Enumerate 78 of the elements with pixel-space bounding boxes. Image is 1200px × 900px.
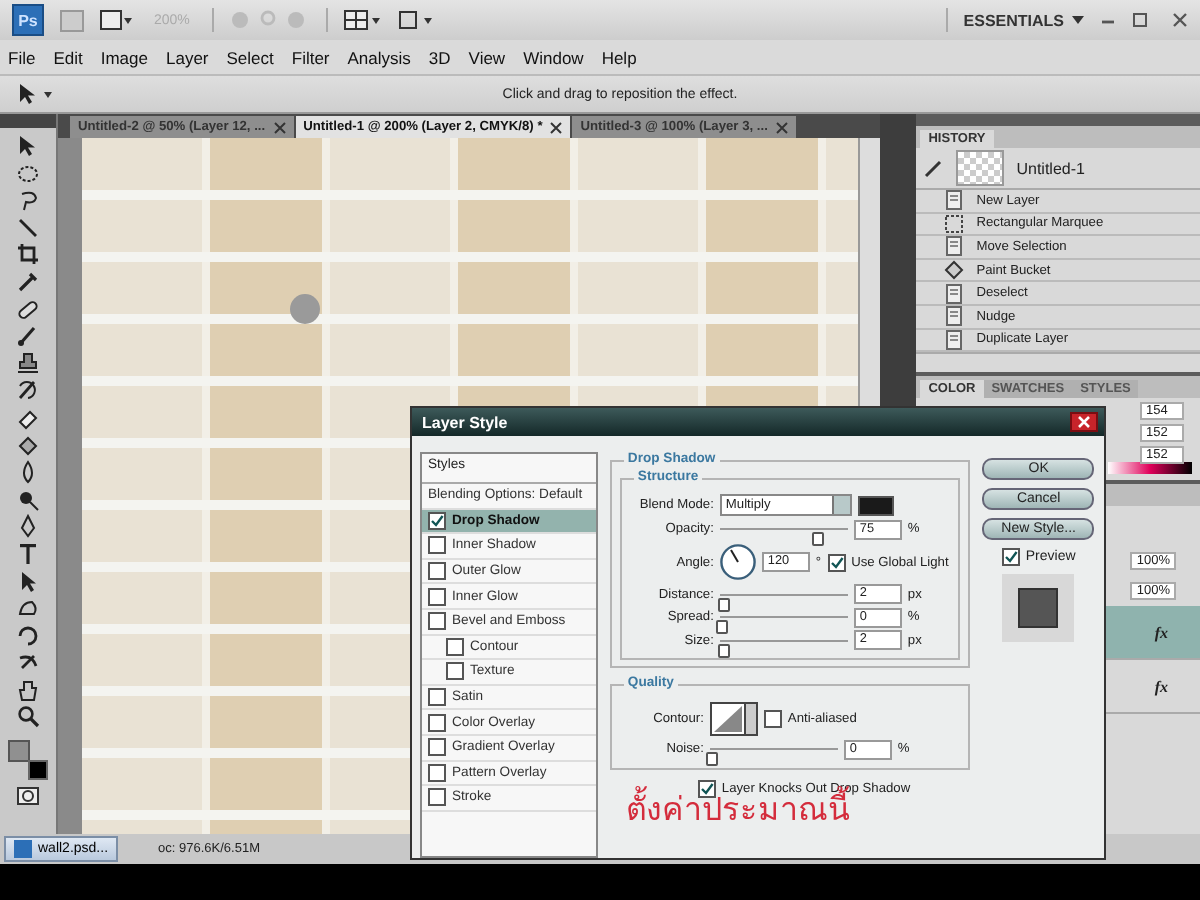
checkbox[interactable] [827, 553, 846, 571]
snapshot-thumbnail[interactable] [956, 150, 1005, 186]
slider-thumb[interactable] [718, 643, 731, 658]
menu-item[interactable]: Select [226, 47, 274, 67]
type-icon[interactable] [15, 541, 40, 566]
color-ramp[interactable] [1108, 462, 1192, 475]
menu-item[interactable]: 3D [428, 47, 451, 67]
document-icon [944, 306, 965, 327]
pen-icon[interactable] [15, 514, 40, 539]
menu-item[interactable]: Window [523, 47, 584, 67]
move-tool-icon[interactable] [15, 134, 40, 158]
angle-dial[interactable] [719, 544, 756, 580]
checkbox[interactable] [428, 536, 446, 555]
menu-item[interactable]: Help [601, 47, 637, 67]
menu-item[interactable]: Image [100, 47, 148, 67]
slider-thumb[interactable] [705, 752, 718, 767]
dodge-icon[interactable] [15, 487, 40, 512]
contour-picker[interactable] [709, 701, 758, 735]
document-icon [944, 329, 965, 350]
eyedropper-icon[interactable] [15, 269, 40, 294]
close-button[interactable] [1070, 412, 1098, 432]
workspace-menu[interactable]: ESSENTIALS [963, 11, 1084, 29]
checkbox[interactable] [428, 587, 446, 606]
slider-thumb[interactable] [811, 532, 824, 547]
zoom-icon[interactable] [15, 704, 40, 729]
document-icon [944, 190, 965, 211]
brush-source-icon[interactable] [924, 158, 945, 178]
screen-mode-icon[interactable] [395, 10, 432, 30]
menu-item[interactable]: Edit [53, 47, 83, 67]
crop-icon[interactable] [15, 242, 40, 267]
menu-item[interactable]: Analysis [347, 47, 411, 67]
slider-thumb[interactable] [718, 597, 731, 612]
shape-icon[interactable] [15, 596, 40, 621]
checkbox[interactable] [428, 562, 446, 581]
document-icon [944, 283, 965, 304]
hand-icon[interactable] [15, 677, 40, 702]
checkbox[interactable] [428, 713, 446, 732]
checkbox[interactable] [428, 612, 446, 631]
slider-thumb[interactable] [715, 620, 728, 635]
snapshot-label[interactable]: Untitled-1 [1016, 159, 1085, 177]
menu-item[interactable]: View [468, 47, 506, 67]
menu-item[interactable]: Layer [165, 47, 209, 67]
ellipse-marquee-icon[interactable] [15, 161, 40, 186]
move-tool-icon[interactable] [16, 82, 56, 106]
app-logo[interactable]: Ps [12, 4, 44, 36]
marquee-icon [944, 213, 965, 234]
checkbox[interactable] [428, 511, 446, 530]
document-icon [944, 236, 965, 257]
view-extras-icon[interactable] [100, 9, 132, 31]
checkbox[interactable] [428, 788, 446, 807]
effects-label: fx [1154, 623, 1168, 642]
dialog-title: Layer Style [422, 413, 508, 431]
stamp-icon[interactable] [15, 351, 40, 376]
effects-label: fx [1154, 677, 1168, 696]
foreground-color-swatch[interactable] [7, 740, 30, 763]
window-controls-icon[interactable] [1100, 12, 1188, 28]
preview-swatch [1002, 574, 1075, 642]
close-icon[interactable] [550, 121, 563, 133]
eraser-icon[interactable] [15, 405, 40, 430]
shadow-color-swatch[interactable] [857, 495, 894, 515]
menu-item[interactable]: Filter [291, 47, 330, 67]
background-color-swatch[interactable] [27, 760, 48, 781]
checkbox[interactable] [428, 763, 446, 782]
quick-mask-icon[interactable] [15, 783, 40, 808]
checkbox[interactable] [1001, 548, 1020, 566]
checkbox[interactable] [446, 637, 464, 656]
dot-marker [289, 294, 320, 324]
caret-icon [1072, 16, 1084, 24]
app-icon [14, 840, 32, 858]
checkbox[interactable] [763, 709, 782, 727]
checkbox[interactable] [428, 688, 446, 707]
arrange-icon[interactable] [343, 10, 380, 30]
history-brush-icon[interactable] [15, 378, 40, 403]
checkbox[interactable] [428, 738, 446, 757]
checkbox[interactable] [446, 662, 464, 681]
close-icon [1078, 416, 1090, 428]
brush-icon[interactable] [15, 324, 40, 349]
menu-item[interactable]: File [8, 47, 36, 67]
